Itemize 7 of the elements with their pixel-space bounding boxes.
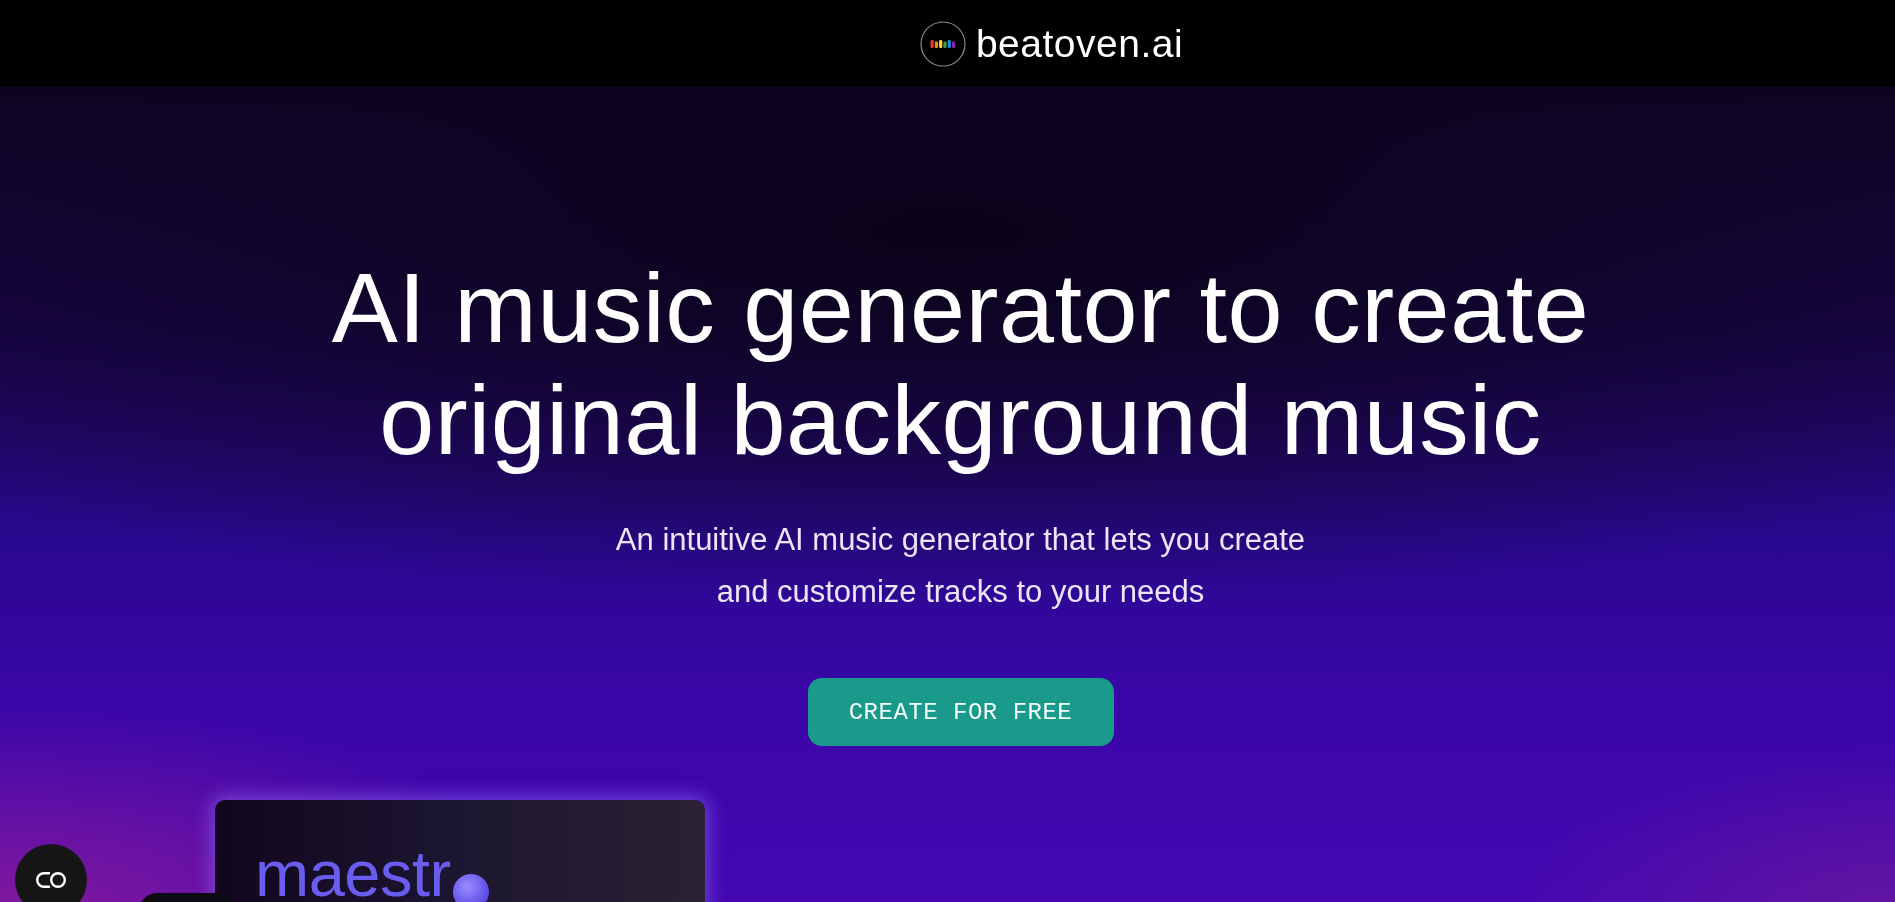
chat-widget-button[interactable] [15,844,87,902]
toggle-icon [35,871,67,889]
headline: AI music generator to create original background music [330,252,1591,476]
card-title: maestr [255,846,451,902]
logo-text[interactable]: beatoven.ai [975,24,1184,63]
subtitle: An intuitive AI music generator that lets you create and customize tracks to your needs [614,521,1307,611]
logo-icon[interactable] [919,20,966,67]
